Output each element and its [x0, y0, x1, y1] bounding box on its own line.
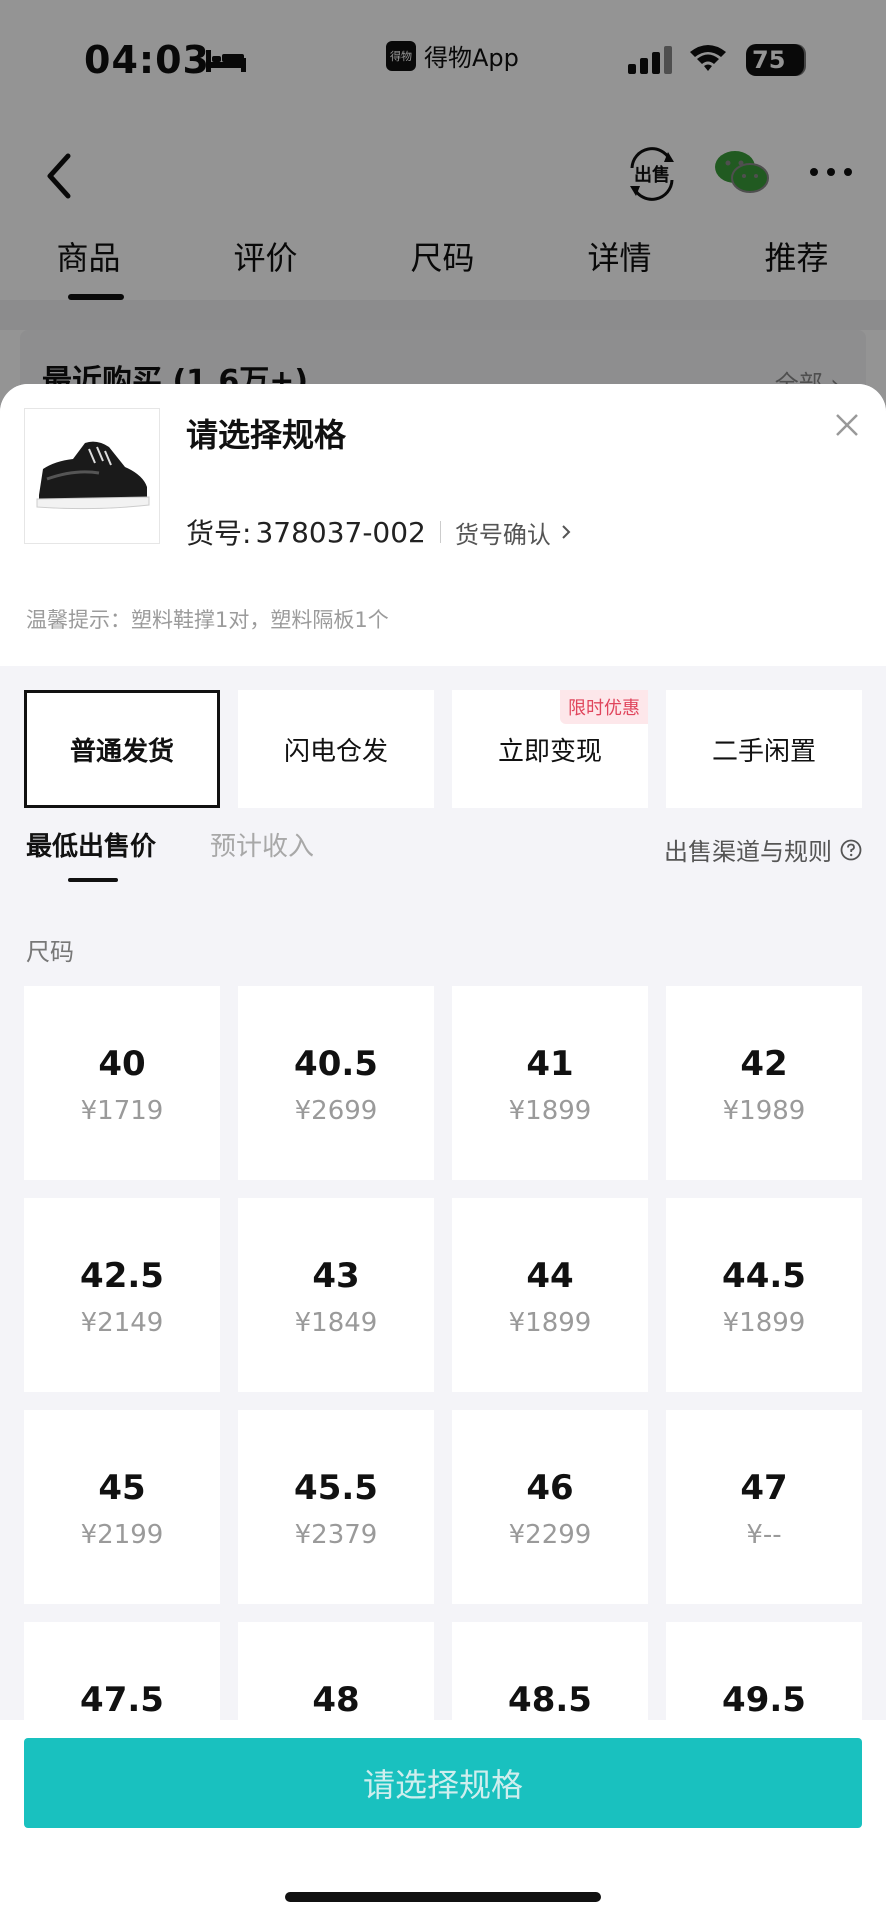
size-option[interactable]: 45 ¥2199 [24, 1410, 220, 1604]
size-price: ¥1899 [508, 1096, 592, 1126]
size-option[interactable]: 41 ¥1899 [452, 986, 648, 1180]
size-value: 48.5 [508, 1680, 592, 1720]
size-value: 42 [740, 1044, 788, 1084]
size-price: ¥-- [746, 1520, 782, 1550]
shipping-option-normal[interactable]: 普通发货 [24, 690, 220, 808]
tip-text: 温馨提示：塑料鞋撑1对，塑料隔板1个 [26, 608, 389, 632]
shipping-option-secondhand[interactable]: 二手闲置 [666, 690, 862, 808]
chevron-right-icon[interactable] [559, 523, 573, 541]
size-price: ¥2299 [508, 1520, 592, 1550]
shipping-option-label: 普通发货 [69, 736, 174, 767]
size-price: ¥2699 [294, 1096, 378, 1126]
size-option[interactable]: 45.5 ¥2379 [238, 1410, 434, 1604]
shipping-option-label: 二手闲置 [711, 736, 816, 767]
size-option[interactable]: 40.5 ¥2699 [238, 986, 434, 1180]
active-tab-indicator [68, 878, 118, 882]
size-value: 44 [526, 1256, 574, 1296]
size-value: 45 [98, 1468, 146, 1508]
bottom-action-bar: 请选择规格 [0, 1720, 886, 1920]
product-thumbnail [24, 408, 160, 544]
sheet-title: 请选择规格 [186, 416, 347, 454]
size-value: 49.5 [722, 1680, 806, 1720]
sku-confirm-link[interactable]: 货号确认 [455, 515, 551, 550]
size-price: ¥1899 [722, 1308, 806, 1338]
sku-label: 货号: [186, 517, 252, 550]
size-value: 47 [740, 1468, 788, 1508]
spec-selection-sheet: 请选择规格 货号: 378037-002 货号确认 温馨提示：塑料鞋撑1对，塑料… [0, 384, 886, 1920]
size-price: ¥1899 [508, 1308, 592, 1338]
size-value: 48 [312, 1680, 360, 1720]
size-value: 41 [526, 1044, 574, 1084]
tab-lowest-price[interactable]: 最低出售价 [26, 826, 156, 863]
sku-value: 378037-002 [255, 515, 426, 549]
size-option[interactable]: 42 ¥1989 [666, 986, 862, 1180]
home-indicator[interactable] [285, 1892, 601, 1902]
size-price: ¥1849 [294, 1308, 378, 1338]
size-value: 44.5 [722, 1256, 806, 1296]
size-option[interactable]: 40 ¥1719 [24, 986, 220, 1180]
size-value: 40.5 [294, 1044, 378, 1084]
size-value: 47.5 [80, 1680, 164, 1720]
shipping-option-label: 立即变现 [497, 736, 602, 767]
size-option[interactable]: 42.5 ¥2149 [24, 1198, 220, 1392]
close-icon[interactable] [834, 412, 860, 438]
size-value: 43 [312, 1256, 360, 1296]
size-option[interactable]: 44 ¥1899 [452, 1198, 648, 1392]
size-option[interactable]: 46 ¥2299 [452, 1410, 648, 1604]
tip-bar: 温馨提示：塑料鞋撑1对，塑料隔板1个 [0, 570, 886, 666]
size-price: ¥2199 [80, 1520, 164, 1550]
size-section-label: 尺码 [26, 938, 74, 966]
shipping-option-label: 闪电仓发 [283, 736, 388, 767]
size-price: ¥1719 [80, 1096, 164, 1126]
promo-badge: 限时优惠 [560, 690, 648, 724]
shipping-option-instant-cash[interactable]: 限时优惠 立即变现 [452, 690, 648, 808]
sheet-header: 请选择规格 货号: 378037-002 货号确认 [0, 384, 886, 571]
size-price: ¥2149 [80, 1308, 164, 1338]
size-price: ¥1989 [722, 1096, 806, 1126]
size-option[interactable]: 44.5 ¥1899 [666, 1198, 862, 1392]
size-option[interactable]: 43 ¥1849 [238, 1198, 434, 1392]
sales-rules-label: 出售渠道与规则 [664, 838, 832, 866]
sku-row: 货号: 378037-002 货号确认 [186, 512, 573, 552]
sku-divider [439, 521, 441, 543]
sneaker-image [36, 441, 150, 510]
tab-estimated-income[interactable]: 预计收入 [210, 826, 314, 863]
shipping-option-lightning[interactable]: 闪电仓发 [238, 690, 434, 808]
size-value: 40 [98, 1044, 146, 1084]
select-spec-button[interactable]: 请选择规格 [24, 1738, 862, 1828]
sales-rules-link[interactable]: 出售渠道与规则 [664, 832, 862, 867]
price-tabs: 最低出售价 预计收入 出售渠道与规则 [26, 826, 862, 886]
help-icon[interactable] [840, 839, 862, 861]
shipping-options: 普通发货 闪电仓发 限时优惠 立即变现 二手闲置 [24, 690, 862, 808]
size-price: ¥2379 [294, 1520, 378, 1550]
size-value: 46 [526, 1468, 574, 1508]
size-option[interactable]: 47 ¥-- [666, 1410, 862, 1604]
size-value: 42.5 [80, 1256, 164, 1296]
size-value: 45.5 [294, 1468, 378, 1508]
